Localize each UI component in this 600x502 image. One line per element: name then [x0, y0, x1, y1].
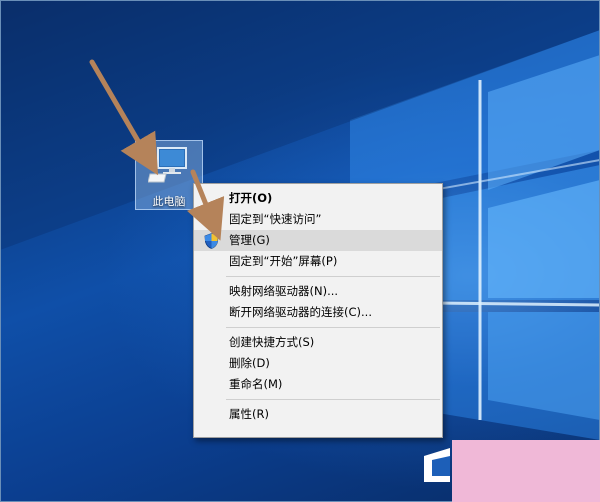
menu-item-rename[interactable]: 重命名(M)	[194, 374, 442, 395]
menu-item-disconnect-network-drive[interactable]: 断开网络驱动器的连接(C)...	[194, 302, 442, 323]
computer-monitor-icon	[148, 147, 187, 183]
menu-item-delete[interactable]: 删除(D)	[194, 353, 442, 374]
menu-item-create-shortcut[interactable]: 创建快捷方式(S)	[194, 332, 442, 353]
menu-separator	[226, 399, 440, 400]
menu-item-manage[interactable]: 管理(G)	[194, 230, 442, 251]
menu-item-manage-label: 管理(G)	[229, 233, 270, 247]
menu-separator	[226, 276, 440, 277]
context-menu: 打开(O) 固定到“快速访问” 管理(G) 固定到“开始”屏幕(P) 映射网络驱…	[193, 183, 443, 438]
menu-item-map-network-drive[interactable]: 映射网络驱动器(N)...	[194, 281, 442, 302]
menu-item-pin-quick-access[interactable]: 固定到“快速访问”	[194, 209, 442, 230]
menu-separator	[226, 327, 440, 328]
uac-shield-icon	[204, 233, 219, 249]
watermark-corner	[452, 440, 600, 502]
menu-item-pin-start[interactable]: 固定到“开始”屏幕(P)	[194, 251, 442, 272]
menu-item-properties[interactable]: 属性(R)	[194, 404, 442, 425]
watermark-logo-icon	[424, 448, 450, 482]
menu-item-open[interactable]: 打开(O)	[194, 188, 442, 209]
